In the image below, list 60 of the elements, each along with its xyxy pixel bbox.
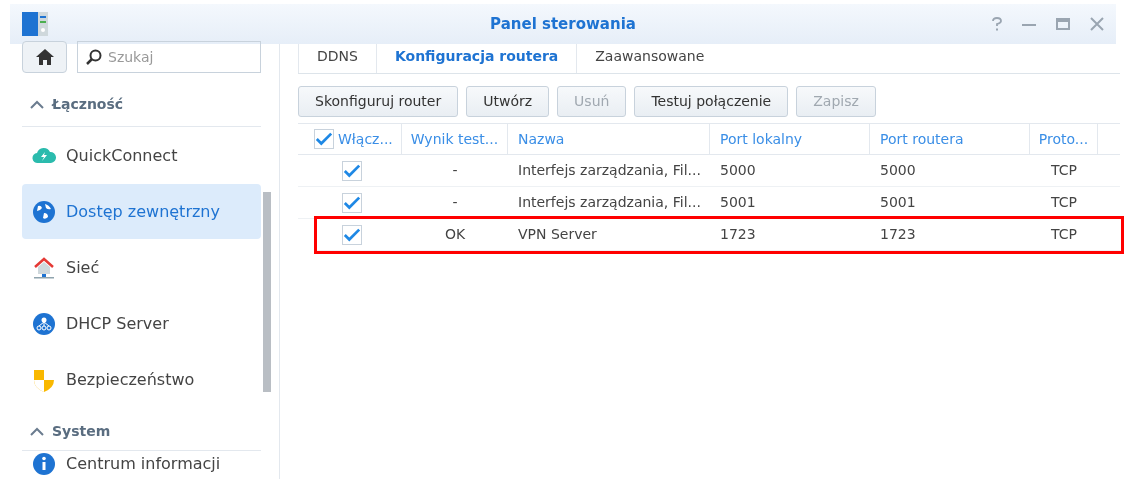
chevron-icon <box>30 99 44 110</box>
table-cell: 5000 <box>720 162 756 178</box>
table-cell-text: - <box>452 193 458 212</box>
sidebar-item[interactable]: Bezpieczeństwo <box>22 352 261 407</box>
checkmark-icon <box>315 131 333 147</box>
tab[interactable]: DDNS <box>298 40 376 73</box>
column-header[interactable]: Port lokalny <box>720 128 803 150</box>
globe-icon <box>32 199 56 224</box>
table-cell: Interfejs zarządzania, Fil... <box>518 162 701 178</box>
sidebar-item[interactable]: QuickConnect <box>22 128 261 183</box>
window-title: Panel sterowania <box>490 13 636 35</box>
table-cell-text: OK <box>444 225 466 244</box>
toolbar-button[interactable]: Utwórz <box>466 86 550 117</box>
scrollbar[interactable] <box>263 192 271 392</box>
toolbar-button[interactable]: Testuj połączenie <box>634 86 789 117</box>
tab[interactable]: Zaawansowane <box>576 40 723 73</box>
search-icon <box>86 49 102 65</box>
table-cell: 1723 <box>720 226 756 242</box>
close-icon[interactable] <box>1090 17 1104 31</box>
house-icon <box>32 255 56 280</box>
checkbox[interactable] <box>342 224 362 245</box>
home-button[interactable] <box>22 41 67 73</box>
column-header[interactable]: Nazwa <box>518 128 565 150</box>
table-cell-text: TCP <box>1051 225 1077 244</box>
checkbox[interactable] <box>314 129 334 149</box>
network-nodes-icon <box>32 311 56 336</box>
table-cell: Interfejs zarządzania, Fil... <box>518 194 701 210</box>
table-cell-text: - <box>452 161 458 180</box>
column-header[interactable]: Wynik test... <box>410 128 499 150</box>
tab[interactable]: Konfiguracja routera <box>375 40 577 73</box>
checkbox[interactable] <box>342 192 362 213</box>
table-cell-text: TCP <box>1051 193 1077 212</box>
help-icon[interactable] <box>992 17 1002 31</box>
chevron-icon <box>30 426 44 437</box>
sidebar-item[interactable]: Dostęp zewnętrzny <box>22 184 261 239</box>
home-icon <box>35 49 54 65</box>
column-header[interactable]: Port routera <box>880 128 964 150</box>
section-header[interactable]: System <box>22 413 261 451</box>
table-cell: 5001 <box>880 194 916 210</box>
column-header[interactable]: Proto... <box>1038 128 1089 150</box>
sidebar-item[interactable]: DHCP Server <box>22 296 261 351</box>
toolbar-button[interactable]: Skonfiguruj router <box>298 86 459 117</box>
search-input[interactable]: Szukaj <box>108 46 248 68</box>
table-cell: 5000 <box>880 162 916 178</box>
table-cell: VPN Server <box>518 226 597 242</box>
app-logo-icon <box>22 12 48 36</box>
checkbox[interactable] <box>342 160 362 181</box>
sidebar-item[interactable]: Sieć <box>22 240 261 295</box>
table-cell: 1723 <box>880 226 916 242</box>
sidebar-item[interactable]: Centrum informacji <box>22 453 261 475</box>
checkmark-icon <box>343 194 361 211</box>
info-icon <box>32 452 56 476</box>
checkmark-icon <box>343 162 361 179</box>
checkmark-icon <box>343 226 361 243</box>
section-header[interactable]: Łączność <box>22 83 261 127</box>
column-header[interactable]: Włącz... <box>338 128 393 150</box>
search-field[interactable]: Szukaj <box>77 41 261 73</box>
table-cell: 5001 <box>720 194 756 210</box>
table-cell-text: TCP <box>1051 161 1077 180</box>
maximize-icon[interactable] <box>1056 18 1070 30</box>
